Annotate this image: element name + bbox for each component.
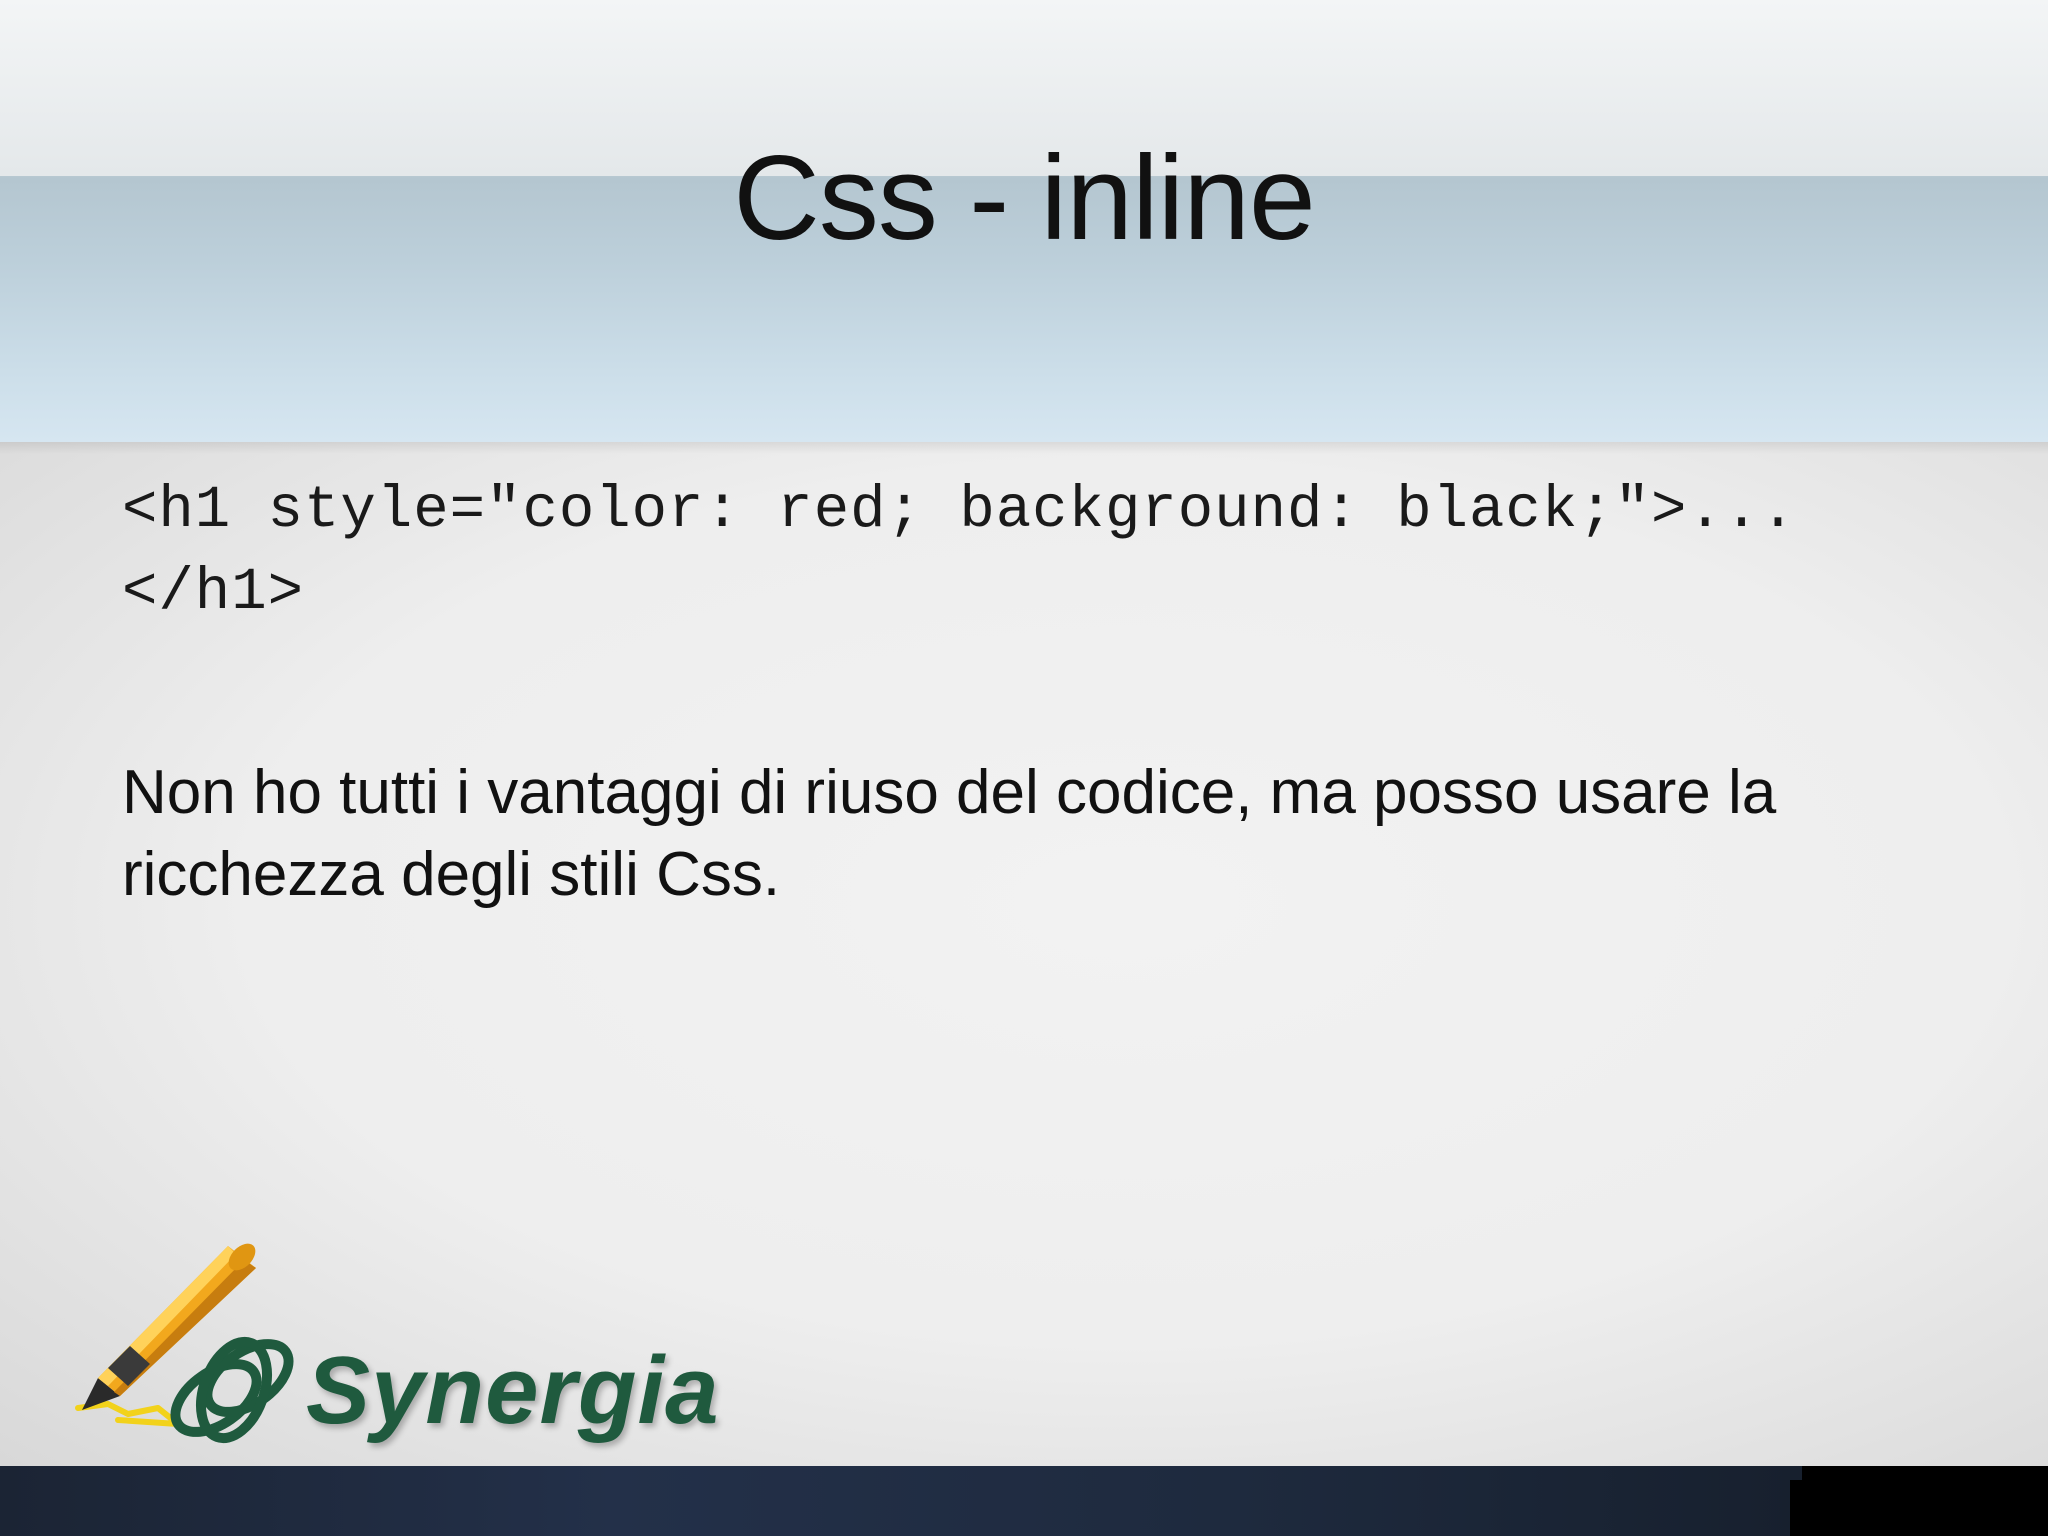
synergia-logo-text: Synergia xyxy=(306,1337,720,1444)
slide-title: Css - inline xyxy=(733,131,1316,265)
highlighter-pen-icon xyxy=(75,1243,256,1427)
code-snippet: <h1 style="color: red; background: black… xyxy=(122,477,1797,626)
body-text: Non ho tutti i vantaggi di riuso del cod… xyxy=(122,758,1777,909)
slide-footer-bar xyxy=(0,1466,2048,1536)
slide: Css - inline <h1 style="color: red; back… xyxy=(0,0,2048,1536)
synergia-swirl-icon xyxy=(170,1336,294,1444)
